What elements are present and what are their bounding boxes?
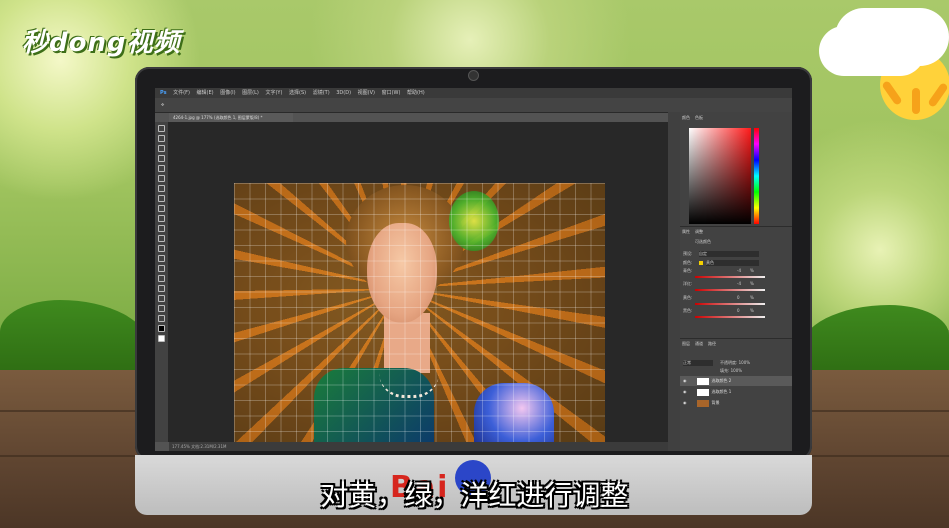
document-tab[interactable]: 4264-1.jpg @ 177% (选取颜色 1, 图层蒙版/8) *	[169, 113, 293, 122]
yellow-swatch-icon	[699, 261, 703, 265]
menu-bar: Ps 文件(F) 编辑(E) 图像(I) 图层(L) 文字(Y) 选择(S) 滤…	[155, 88, 792, 98]
yellow-slider[interactable]	[695, 303, 765, 305]
eraser-tool-icon[interactable]	[158, 225, 165, 232]
menu-item-image[interactable]: 图像(I)	[220, 90, 235, 96]
black-slider[interactable]	[695, 316, 765, 318]
lasso-tool-icon[interactable]	[158, 145, 165, 152]
layer-mask-thumbnail	[696, 388, 709, 396]
dodge-tool-icon[interactable]	[158, 255, 165, 262]
cyan-slider[interactable]	[695, 276, 765, 278]
photoshop-window: Ps 文件(F) 编辑(E) 图像(I) 图层(L) 文字(Y) 选择(S) 滤…	[155, 88, 792, 451]
eye-icon[interactable]: ◉	[683, 389, 687, 394]
slider-value-black[interactable]: 0	[737, 308, 740, 313]
sun-ray	[912, 88, 920, 114]
tab-layers[interactable]: 图层	[682, 341, 690, 347]
status-bar: 177.45% 文档:2.31M/2.31M	[169, 442, 672, 451]
canvas-area[interactable]	[168, 122, 668, 446]
tools-panel	[155, 122, 169, 442]
pen-tool-icon[interactable]	[158, 265, 165, 272]
ps-logo-icon: Ps	[160, 90, 167, 96]
blend-mode-dropdown[interactable]: 正常	[683, 360, 713, 366]
move-tool-icon[interactable]: ✥	[161, 102, 164, 107]
layer-row[interactable]: ◉ 选取颜色 2	[680, 376, 792, 386]
slider-label-yellow: 黄色:	[683, 295, 693, 300]
slider-unit-yellow: %	[750, 295, 754, 300]
eyedropper-icon[interactable]	[158, 175, 165, 182]
menu-item-filter[interactable]: 滤镜(T)	[313, 90, 330, 96]
panel-dock-strip	[668, 112, 680, 451]
tab-channels[interactable]: 通道	[695, 341, 703, 347]
move-tool-icon[interactable]	[158, 125, 165, 132]
brush-tool-icon[interactable]	[158, 195, 165, 202]
fill-field[interactable]: 填充: 100%	[720, 368, 742, 374]
color-picker-field[interactable]	[689, 128, 751, 224]
colors-dropdown[interactable]: 黄色	[706, 260, 759, 266]
hue-slider[interactable]	[754, 128, 759, 224]
eye-icon[interactable]: ◉	[683, 378, 687, 383]
blur-tool-icon[interactable]	[158, 245, 165, 252]
healing-brush-icon[interactable]	[158, 185, 165, 192]
opacity-field[interactable]: 不透明度: 100%	[720, 360, 750, 366]
cloud-icon	[835, 8, 949, 66]
options-bar: ✥	[155, 98, 792, 113]
colors-label: 颜色:	[683, 260, 693, 265]
menu-item-file[interactable]: 文件(F)	[173, 90, 190, 96]
shape-tool-icon[interactable]	[158, 295, 165, 302]
layer-row[interactable]: ◉ 背景	[680, 398, 792, 408]
panel-divider	[680, 338, 792, 339]
properties-title: 可选颜色	[695, 239, 711, 244]
path-select-icon[interactable]	[158, 285, 165, 292]
tab-adjustments[interactable]: 调整	[695, 229, 703, 235]
layer-name: 选取颜色 1	[711, 389, 732, 394]
grid-overlay	[234, 183, 605, 446]
tab-paths[interactable]: 路径	[708, 341, 716, 347]
slider-label-magenta: 洋红:	[683, 281, 693, 286]
menu-item-3d[interactable]: 3D(D)	[336, 90, 351, 96]
slider-value-magenta[interactable]: -4	[737, 281, 741, 286]
tab-color[interactable]: 颜色	[682, 115, 690, 121]
video-subtitle: 对黄，绿，洋红进行调整	[320, 479, 629, 512]
layer-mask-thumbnail	[696, 377, 709, 385]
site-logo: 秒dong视频	[22, 28, 181, 58]
hand-tool-icon[interactable]	[158, 305, 165, 312]
layer-thumbnail	[696, 399, 709, 407]
menu-item-window[interactable]: 窗口(W)	[382, 90, 401, 96]
tab-swatches[interactable]: 色板	[695, 115, 703, 121]
eye-icon[interactable]: ◉	[683, 400, 687, 405]
menu-item-help[interactable]: 帮助(H)	[407, 90, 425, 96]
webcam-icon	[468, 70, 479, 81]
history-brush-icon[interactable]	[158, 215, 165, 222]
slider-unit-black: %	[750, 308, 754, 313]
stamp-tool-icon[interactable]	[158, 205, 165, 212]
panel-divider	[680, 226, 792, 227]
menu-item-edit[interactable]: 编辑(E)	[197, 90, 214, 96]
layer-name: 选取颜色 2	[711, 378, 732, 383]
slider-value-cyan[interactable]: -4	[737, 268, 741, 273]
foreground-color-swatch[interactable]	[158, 325, 165, 332]
slider-unit-cyan: %	[750, 268, 754, 273]
menu-item-view[interactable]: 视图(V)	[358, 90, 375, 96]
menu-item-layer[interactable]: 图层(L)	[242, 90, 259, 96]
layer-name: 背景	[711, 400, 720, 405]
background-color-swatch[interactable]	[158, 335, 165, 342]
preset-label: 预设:	[683, 251, 693, 256]
slider-label-black: 黑色:	[683, 308, 693, 313]
magenta-slider[interactable]	[695, 289, 765, 291]
slider-unit-magenta: %	[750, 281, 754, 286]
layer-row[interactable]: ◉ 选取颜色 1	[680, 387, 792, 397]
document-image[interactable]	[234, 183, 605, 446]
slider-label-cyan: 青色:	[683, 268, 693, 273]
menu-item-select[interactable]: 选择(S)	[289, 90, 306, 96]
zoom-tool-icon[interactable]	[158, 315, 165, 322]
marquee-tool-icon[interactable]	[158, 135, 165, 142]
menu-item-type[interactable]: 文字(Y)	[265, 90, 282, 96]
crop-tool-icon[interactable]	[158, 165, 165, 172]
tab-properties[interactable]: 属性	[682, 229, 690, 235]
type-tool-icon[interactable]	[158, 275, 165, 282]
slider-value-yellow[interactable]: 0	[737, 295, 740, 300]
magic-wand-icon[interactable]	[158, 155, 165, 162]
preset-dropdown[interactable]: 自定	[699, 251, 759, 257]
gradient-tool-icon[interactable]	[158, 235, 165, 242]
